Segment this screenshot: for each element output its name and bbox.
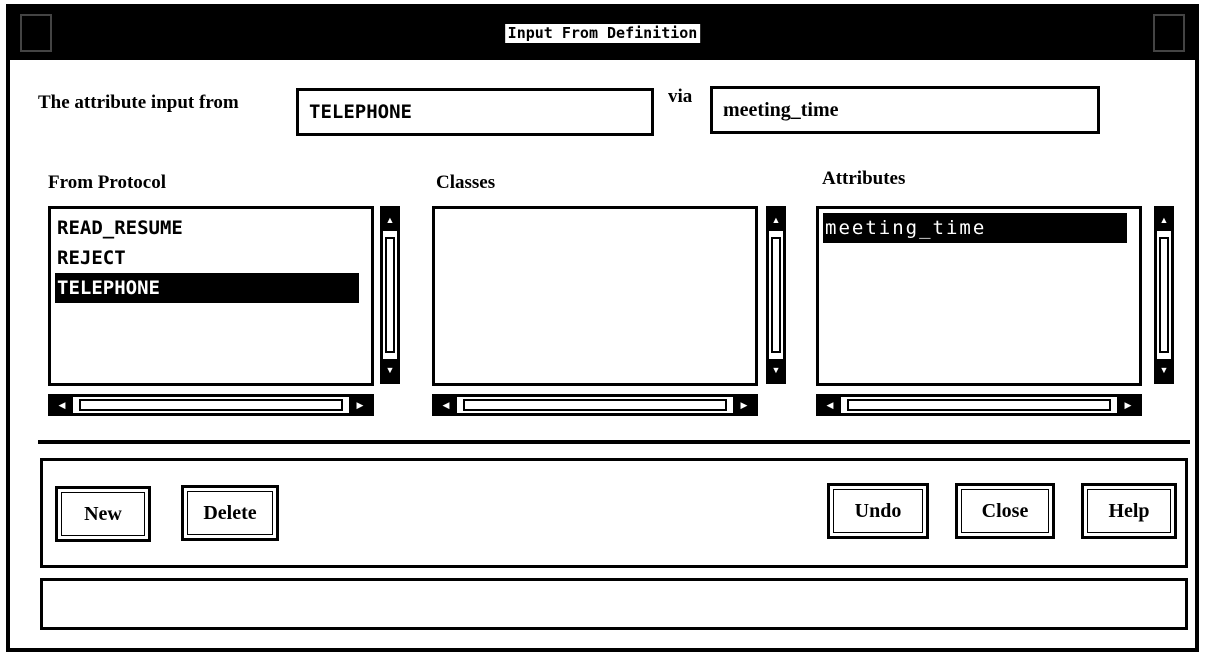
protocol-list[interactable]: READ_RESUME REJECT TELEPHONE xyxy=(48,206,374,386)
attributes-horizontal-scrollbar[interactable]: ◀ ▶ xyxy=(816,394,1142,416)
arrow-up-icon[interactable]: ▲ xyxy=(383,209,397,231)
button-panel: New Delete Undo Close Help xyxy=(40,458,1188,568)
protocol-horizontal-scrollbar[interactable]: ◀ ▶ xyxy=(48,394,374,416)
classes-horizontal-scrollbar[interactable]: ◀ ▶ xyxy=(432,394,758,416)
via-label: via xyxy=(668,86,693,107)
arrow-down-icon[interactable]: ▼ xyxy=(769,359,783,381)
arrow-right-icon[interactable]: ▶ xyxy=(1117,397,1139,413)
arrow-up-icon[interactable]: ▲ xyxy=(1157,209,1171,231)
list-item-selected[interactable]: TELEPHONE xyxy=(55,273,359,303)
scroll-thumb[interactable] xyxy=(79,399,343,411)
protocol-vertical-scrollbar[interactable]: ▲ ▼ xyxy=(380,206,400,384)
arrow-left-icon[interactable]: ◀ xyxy=(51,397,73,413)
window-resize-icon[interactable] xyxy=(1153,14,1185,52)
scroll-thumb[interactable] xyxy=(463,399,727,411)
title-bar[interactable]: Input From Definition xyxy=(10,8,1195,60)
arrow-right-icon[interactable]: ▶ xyxy=(349,397,371,413)
list-item[interactable]: REJECT xyxy=(55,243,359,273)
delete-button[interactable]: Delete xyxy=(181,485,279,541)
close-button[interactable]: Close xyxy=(955,483,1055,539)
status-message-bar xyxy=(40,578,1188,630)
arrow-right-icon[interactable]: ▶ xyxy=(733,397,755,413)
via-field[interactable]: meeting_time xyxy=(710,86,1100,134)
attribute-input-label: The attribute input from xyxy=(38,92,239,113)
window-menu-icon[interactable] xyxy=(20,14,52,52)
classes-vertical-scrollbar[interactable]: ▲ ▼ xyxy=(766,206,786,384)
arrow-up-icon[interactable]: ▲ xyxy=(769,209,783,231)
undo-button[interactable]: Undo xyxy=(827,483,929,539)
scroll-thumb[interactable] xyxy=(847,399,1111,411)
attribute-input-field[interactable]: TELEPHONE xyxy=(296,88,654,136)
attributes-list[interactable]: meeting_time xyxy=(816,206,1142,386)
from-protocol-label: From Protocol xyxy=(48,172,167,193)
scroll-thumb[interactable] xyxy=(385,237,395,353)
scroll-thumb[interactable] xyxy=(1159,237,1169,353)
arrow-down-icon[interactable]: ▼ xyxy=(1157,359,1171,381)
help-button[interactable]: Help xyxy=(1081,483,1177,539)
attributes-vertical-scrollbar[interactable]: ▲ ▼ xyxy=(1154,206,1174,384)
list-item-selected[interactable]: meeting_time xyxy=(823,213,1127,243)
new-button[interactable]: New xyxy=(55,486,151,542)
classes-list[interactable] xyxy=(432,206,758,386)
window-title: Input From Definition xyxy=(504,24,701,43)
input-from-definition-window: Input From Definition The attribute inpu… xyxy=(6,4,1199,652)
classes-label: Classes xyxy=(436,172,496,193)
arrow-down-icon[interactable]: ▼ xyxy=(383,359,397,381)
scroll-thumb[interactable] xyxy=(771,237,781,353)
arrow-left-icon[interactable]: ◀ xyxy=(819,397,841,413)
arrow-left-icon[interactable]: ◀ xyxy=(435,397,457,413)
attributes-label: Attributes xyxy=(822,168,906,189)
list-item[interactable]: READ_RESUME xyxy=(55,213,359,243)
section-divider xyxy=(38,440,1190,444)
